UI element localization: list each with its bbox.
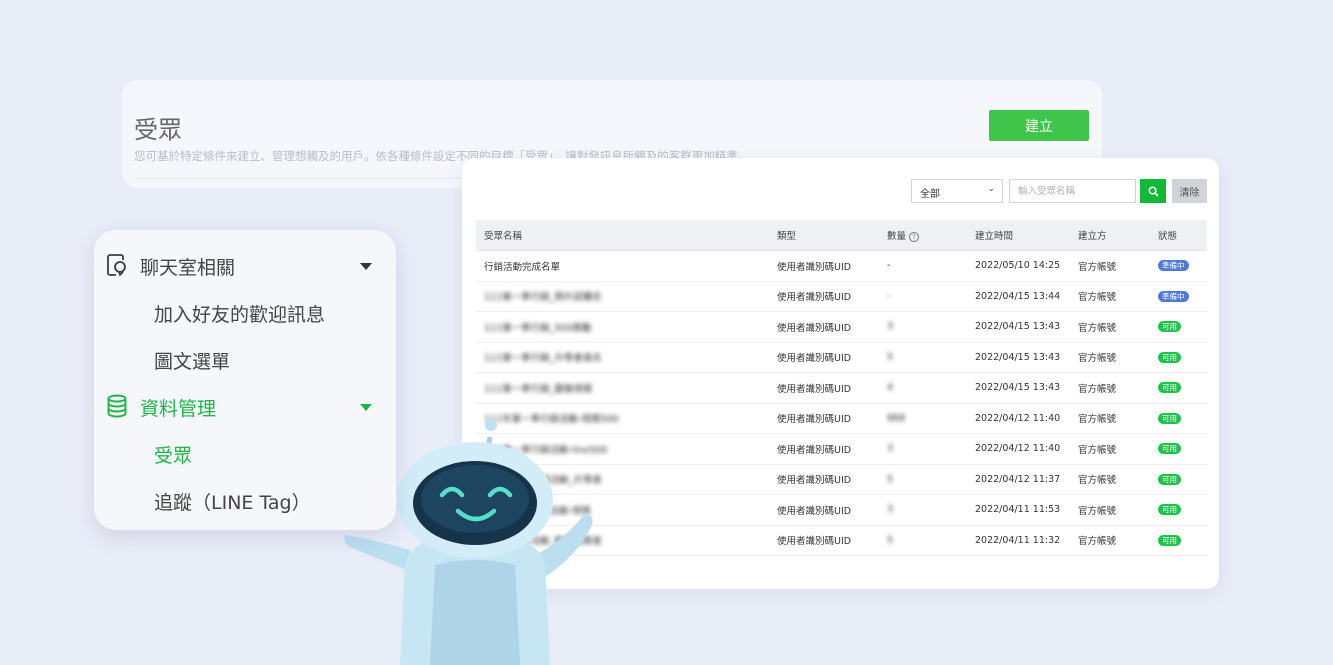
audience-name[interactable]: 111第一季行銷_升等會員名 (476, 342, 769, 373)
column-header-count[interactable]: 數量? (879, 220, 967, 251)
database-icon (107, 394, 127, 418)
type-filter-value: 全部 (920, 189, 940, 200)
audience-status: 準備中 (1150, 250, 1207, 282)
audience-type: 使用者識別碼UID (769, 372, 879, 404)
clear-button[interactable]: 清除 (1172, 179, 1207, 203)
menu-item-rich-menu[interactable]: 圖文選單 (154, 347, 230, 374)
audience-status: 可用 (1150, 311, 1207, 343)
audience-name[interactable]: 111第一季行銷_照片認購名 (476, 281, 769, 312)
audience-count: 5 (879, 464, 967, 495)
search-button[interactable] (1140, 179, 1166, 203)
audience-creator: 官方帳號 (1070, 342, 1150, 373)
audience-status: 準備中 (1150, 281, 1207, 312)
audience-count: 888 (879, 403, 967, 434)
audience-count: 5 (879, 525, 967, 556)
audience-creator: 官方帳號 (1070, 250, 1150, 282)
audience-status: 可用 (1150, 464, 1207, 495)
audience-status: 可用 (1150, 403, 1207, 434)
status-badge: 可用 (1158, 382, 1181, 394)
audience-count: - (879, 250, 967, 282)
status-badge: 可用 (1158, 534, 1181, 546)
chat-room-icon (107, 254, 126, 277)
audience-creator: 官方帳號 (1070, 433, 1150, 465)
audience-creator: 官方帳號 (1070, 464, 1150, 495)
audience-status: 可用 (1150, 342, 1207, 373)
column-header-created[interactable]: 建立時間 (967, 220, 1070, 251)
status-badge: 可用 (1158, 321, 1181, 333)
create-audience-button[interactable]: 建立 (989, 110, 1089, 141)
audience-type: 使用者識別碼UID (769, 433, 879, 465)
caret-down-icon[interactable] (360, 404, 372, 411)
audience-creator: 官方帳號 (1070, 494, 1150, 526)
audience-created: 2022/04/15 13:43 (967, 342, 1070, 373)
menu-item-tracking-line-tag[interactable]: 追蹤（LINE Tag） (154, 488, 311, 515)
audience-count: 3 (879, 494, 967, 526)
audience-count: 5 (879, 342, 967, 373)
caret-down-icon[interactable] (360, 263, 372, 270)
audience-created: 2022/04/11 11:53 (967, 494, 1070, 526)
audience-status: 可用 (1150, 372, 1207, 404)
status-badge: 準備中 (1158, 260, 1189, 272)
column-header-creator[interactable]: 建立方 (1070, 220, 1150, 251)
audience-count: 3 (879, 311, 967, 343)
status-badge: 可用 (1158, 473, 1181, 485)
audience-creator: 官方帳號 (1070, 311, 1150, 343)
audience-name[interactable]: 111第一季行銷_圖像得獎 (476, 372, 769, 404)
table-row[interactable]: 行銷活動完成名單 使用者識別碼UID - 2022/05/10 14:25 官方… (476, 250, 1207, 282)
audience-created: 2022/04/11 11:32 (967, 525, 1070, 556)
sidebar-menu-card: 聊天室相關 加入好友的歡迎訊息 圖文選單 資料管理 受眾 追蹤（LINE Tag… (94, 230, 396, 530)
audience-status: 可用 (1150, 433, 1207, 465)
audience-created: 2022/04/15 13:43 (967, 311, 1070, 343)
audience-created: 2022/04/12 11:37 (967, 464, 1070, 495)
audience-creator: 官方帳號 (1070, 372, 1150, 404)
audience-created: 2022/04/12 11:40 (967, 433, 1070, 465)
status-badge: 可用 (1158, 351, 1181, 363)
audience-created: 2022/05/10 14:25 (967, 250, 1070, 282)
audience-count: - (879, 281, 967, 312)
column-header-type[interactable]: 類型 (769, 220, 879, 251)
status-badge: 可用 (1158, 443, 1181, 455)
audience-type: 使用者識別碼UID (769, 525, 879, 556)
audience-type: 使用者識別碼UID (769, 250, 879, 282)
type-filter-select[interactable]: 全部 ⌄ (911, 179, 1003, 203)
search-icon (1148, 186, 1159, 197)
table-row[interactable]: 111第一季行銷_圖像得獎 使用者識別碼UID 4 2022/04/15 13:… (476, 372, 1207, 404)
table-row[interactable]: 111第一季行銷_500獎勵 使用者識別碼UID 3 2022/04/15 13… (476, 311, 1207, 343)
audience-type: 使用者識別碼UID (769, 494, 879, 526)
audience-type: 使用者識別碼UID (769, 403, 879, 434)
audience-type: 使用者識別碼UID (769, 281, 879, 312)
menu-item-audience[interactable]: 受眾 (154, 441, 192, 468)
audience-creator: 官方帳號 (1070, 281, 1150, 312)
page-title: 受眾 (134, 116, 182, 144)
audience-search-input[interactable] (1009, 179, 1136, 203)
status-badge: 可用 (1158, 412, 1181, 424)
audience-status: 可用 (1150, 494, 1207, 526)
menu-group-data-management[interactable]: 資料管理 (140, 394, 216, 421)
menu-item-welcome-message[interactable]: 加入好友的歡迎訊息 (154, 300, 325, 327)
audience-creator: 官方帳號 (1070, 403, 1150, 434)
audience-name[interactable]: 111第一季行銷_500獎勵 (476, 311, 769, 343)
table-row[interactable]: 111第一季行銷_升等會員名 使用者識別碼UID 5 2022/04/15 13… (476, 342, 1207, 373)
audience-type: 使用者識別碼UID (769, 464, 879, 495)
menu-group-chat-room[interactable]: 聊天室相關 (140, 253, 235, 280)
table-row[interactable]: 111第一季行銷_照片認購名 使用者識別碼UID - 2022/04/15 13… (476, 281, 1207, 312)
chevron-down-icon: ⌄ (987, 184, 995, 194)
audience-type: 使用者識別碼UID (769, 342, 879, 373)
audience-creator: 官方帳號 (1070, 525, 1150, 556)
audience-status: 可用 (1150, 525, 1207, 556)
column-header-name[interactable]: 受眾名稱 (476, 220, 769, 251)
audience-created: 2022/04/15 13:43 (967, 372, 1070, 404)
audience-name[interactable]: 行銷活動完成名單 (476, 250, 769, 282)
audience-count: 3 (879, 433, 967, 465)
audience-created: 2022/04/12 11:40 (967, 403, 1070, 434)
status-badge: 可用 (1158, 504, 1181, 516)
column-header-status[interactable]: 狀態 (1150, 220, 1207, 251)
table-header-row: 受眾名稱 類型 數量? 建立時間 建立方 狀態 (476, 220, 1207, 251)
column-header-count-label: 數量 (887, 231, 907, 242)
audience-count: 4 (879, 372, 967, 404)
audience-type: 使用者識別碼UID (769, 311, 879, 343)
audience-created: 2022/04/15 13:44 (967, 281, 1070, 312)
status-badge: 準備中 (1158, 290, 1189, 302)
help-icon[interactable]: ? (909, 231, 920, 242)
